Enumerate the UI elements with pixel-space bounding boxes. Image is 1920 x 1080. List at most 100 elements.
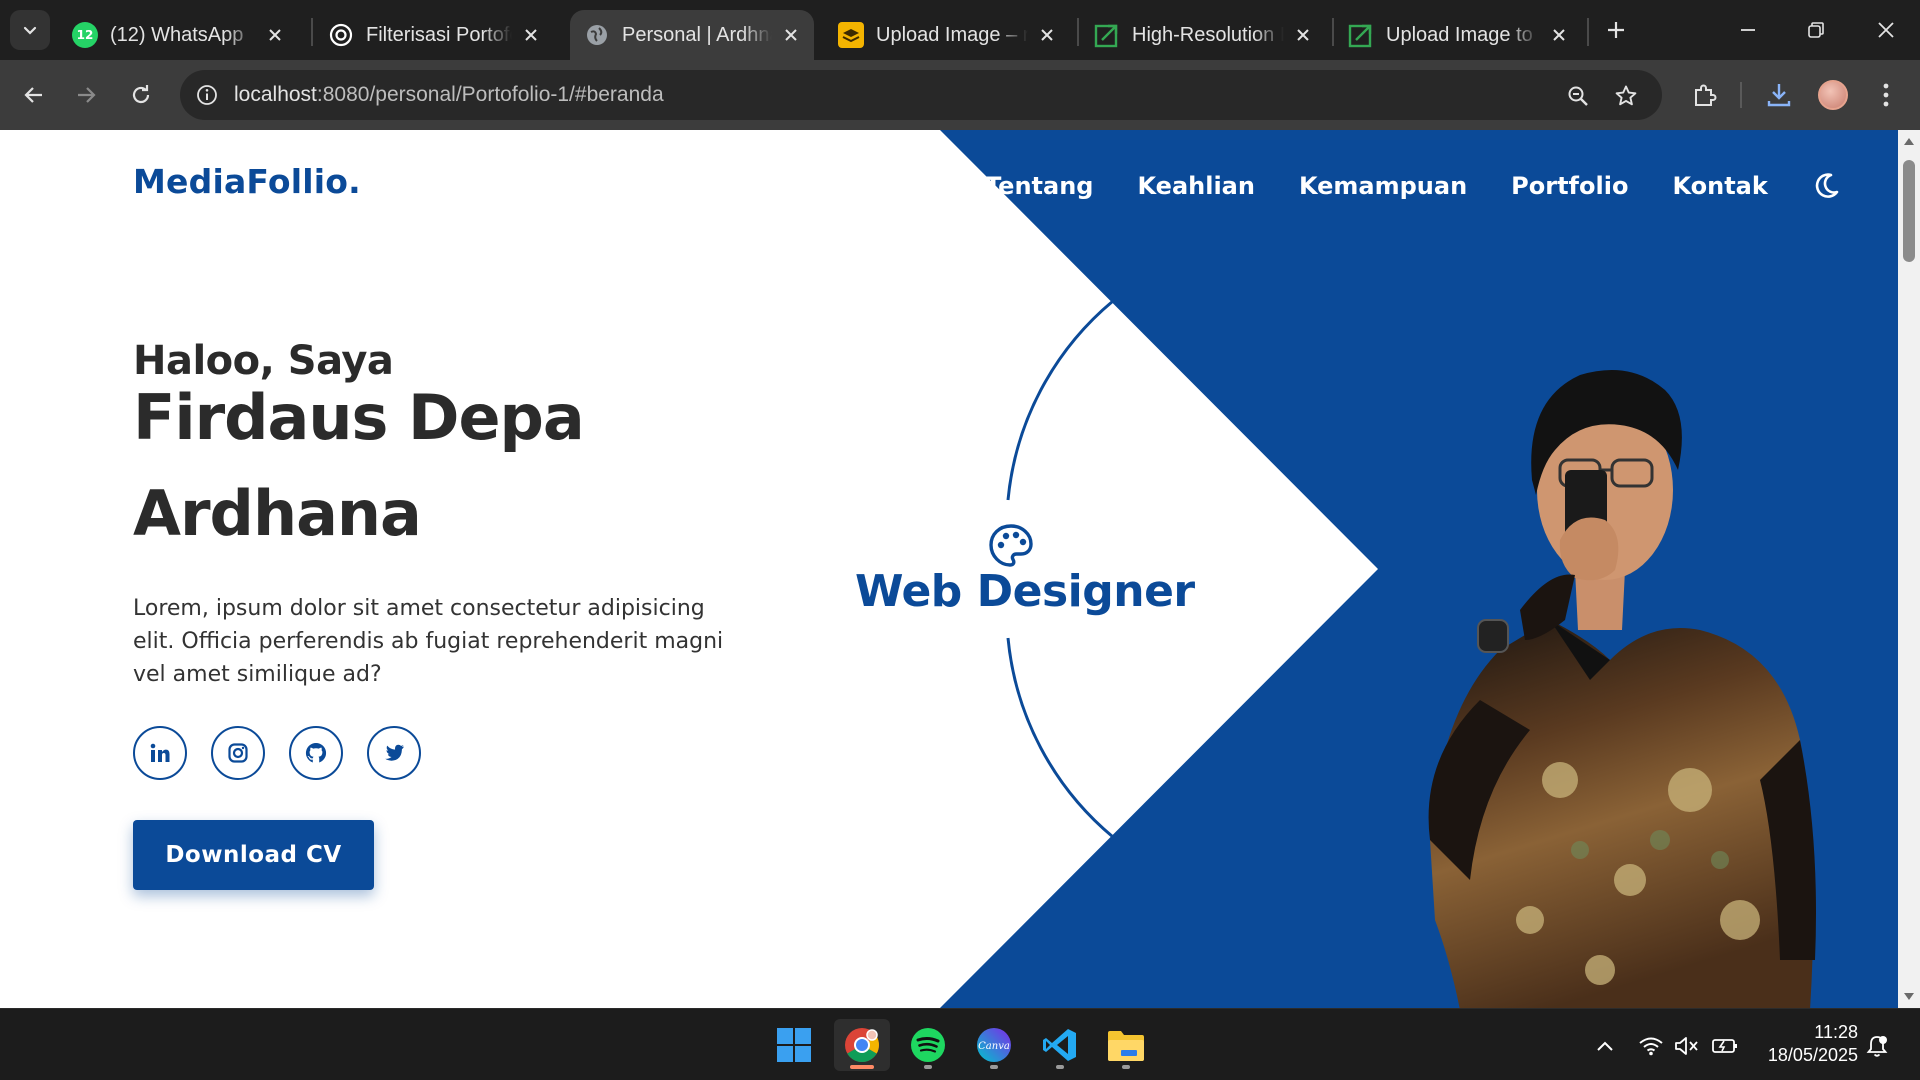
tab-title: Filterisasi Portofolio (366, 23, 512, 46)
download-icon (1767, 84, 1791, 107)
download-cv-button[interactable]: Download CV (133, 820, 374, 890)
arrow-right-icon (78, 87, 96, 103)
battery-status[interactable] (1710, 1031, 1740, 1061)
spotify-icon (911, 1028, 945, 1062)
battery-charging-icon (1712, 1039, 1737, 1053)
tab-upload-image-re[interactable]: Upload Image – re (824, 10, 1070, 60)
image-upscale-icon (1348, 22, 1374, 48)
new-tab-button[interactable] (1600, 14, 1632, 46)
wifi-status[interactable] (1636, 1031, 1666, 1061)
taskbar-vscode[interactable] (1032, 1019, 1088, 1071)
taskbar-spotify[interactable] (900, 1019, 956, 1071)
page-scrollbar[interactable] (1898, 130, 1920, 1008)
site-info-icon[interactable] (194, 82, 220, 108)
zoom-icon[interactable] (1564, 82, 1592, 110)
svg-text:Canva: Canva (978, 1041, 1010, 1052)
notifications-button[interactable] (1862, 1031, 1892, 1061)
tab-upload-image-to[interactable]: Upload Image to E (1334, 10, 1582, 60)
reload-button[interactable] (121, 75, 161, 115)
instagram-icon (228, 743, 248, 763)
close-icon[interactable] (264, 24, 286, 46)
bookmark-star-icon[interactable] (1612, 82, 1640, 110)
notification-bell-icon (1866, 1036, 1888, 1057)
close-icon[interactable] (1548, 24, 1570, 46)
whatsapp-icon: 12 (72, 22, 98, 48)
arrow-left-icon (24, 87, 42, 103)
profile-photo (1428, 370, 1816, 1008)
close-window-button[interactable] (1864, 10, 1908, 50)
close-icon[interactable] (520, 24, 542, 46)
running-indicator (924, 1065, 932, 1069)
system-clock[interactable]: 11:28 18/05/2025 (1746, 1021, 1858, 1067)
restore-button[interactable] (1794, 10, 1838, 50)
url-text: localhost:8080/personal/Portofolio-1/#be… (234, 83, 664, 107)
downloads-button[interactable] (1759, 75, 1799, 115)
taskbar-chrome[interactable] (834, 1019, 890, 1071)
extensions-button[interactable] (1684, 75, 1724, 115)
tab-personal-ardhna[interactable]: Personal | Ardhna (570, 10, 814, 60)
taskbar-file-explorer[interactable] (1098, 1019, 1154, 1071)
github-link[interactable] (289, 726, 343, 780)
kebab-menu-icon (1883, 83, 1889, 107)
tab-whatsapp[interactable]: 12 (12) WhatsApp (58, 10, 298, 60)
nav-link-keahlian[interactable]: Keahlian (1137, 172, 1254, 200)
puzzle-icon (1695, 84, 1717, 106)
taskbar-canva[interactable]: Canva (966, 1019, 1022, 1071)
hero-name: Firdaus Depa Ardhana (133, 381, 585, 550)
back-button[interactable] (14, 75, 54, 115)
theme-toggle[interactable] (1806, 166, 1846, 206)
running-indicator (990, 1065, 998, 1069)
scroll-thumb[interactable] (1903, 160, 1915, 262)
tab-filterisasi[interactable]: Filterisasi Portofolio (314, 10, 554, 60)
tab-high-resolution[interactable]: High-Resolution In (1080, 10, 1326, 60)
plus-icon (1608, 22, 1624, 38)
globe-icon (584, 22, 610, 48)
clock-time: 11:28 (1814, 1022, 1858, 1042)
browser-toolbar: localhost:8080/personal/Portofolio-1/#be… (0, 60, 1920, 130)
desktop: 12 (12) WhatsApp Filterisasi Portofolio … (0, 0, 1920, 1080)
nav-link-kontak[interactable]: Kontak (1672, 172, 1767, 200)
palette-icon (989, 524, 1033, 567)
upload-stack-icon (838, 22, 864, 48)
hero-bio: Lorem, ipsum dolor sit amet consectetur … (133, 596, 724, 687)
nav-link-tentang[interactable]: Tentang (985, 172, 1093, 200)
speaker-muted-icon (1675, 1037, 1698, 1055)
close-icon[interactable] (780, 24, 802, 46)
volume-status[interactable] (1672, 1031, 1702, 1061)
twitter-link[interactable] (367, 726, 421, 780)
avatar (1818, 80, 1848, 110)
tab-search-button[interactable] (10, 10, 50, 50)
vscode-icon (1043, 1029, 1076, 1061)
tab-separator (311, 18, 313, 46)
close-icon[interactable] (1036, 24, 1058, 46)
minimize-button[interactable] (1726, 10, 1770, 50)
linkedin-link[interactable] (133, 726, 187, 780)
tray-overflow-button[interactable] (1590, 1031, 1620, 1061)
tab-title: High-Resolution In (1132, 23, 1284, 46)
instagram-link[interactable] (211, 726, 265, 780)
nav-link-kemampuan[interactable]: Kemampuan (1299, 172, 1467, 200)
forward-button[interactable] (66, 75, 106, 115)
openai-icon (328, 22, 354, 48)
site-logo[interactable]: MediaFollio. (133, 162, 361, 201)
start-button[interactable] (766, 1019, 822, 1071)
tab-separator (1077, 18, 1079, 46)
moon-icon (1815, 173, 1839, 198)
address-bar[interactable]: localhost:8080/personal/Portofolio-1/#be… (180, 70, 1662, 120)
nav-link-portfolio[interactable]: Portfolio (1511, 172, 1628, 200)
social-links (133, 726, 445, 780)
close-icon[interactable] (1292, 24, 1314, 46)
tab-title: (12) WhatsApp (110, 23, 244, 46)
wifi-icon (1639, 1037, 1663, 1056)
chevron-up-icon (1597, 1041, 1613, 1051)
menu-button[interactable] (1866, 75, 1906, 115)
scroll-up-icon[interactable] (1903, 136, 1915, 146)
page-viewport: MediaFollio. Tentang Keahlian Kemampuan … (0, 130, 1898, 1008)
minimize-icon (1741, 29, 1755, 31)
windows-taskbar: Canva 11:28 18/05/2025 (0, 1008, 1920, 1080)
scroll-down-icon[interactable] (1903, 992, 1915, 1002)
linkedin-icon (150, 743, 170, 762)
url-host: localhost (234, 83, 317, 106)
profile-button[interactable] (1813, 75, 1853, 115)
url-path: :8080/personal/Portofolio-1/#beranda (316, 83, 664, 106)
